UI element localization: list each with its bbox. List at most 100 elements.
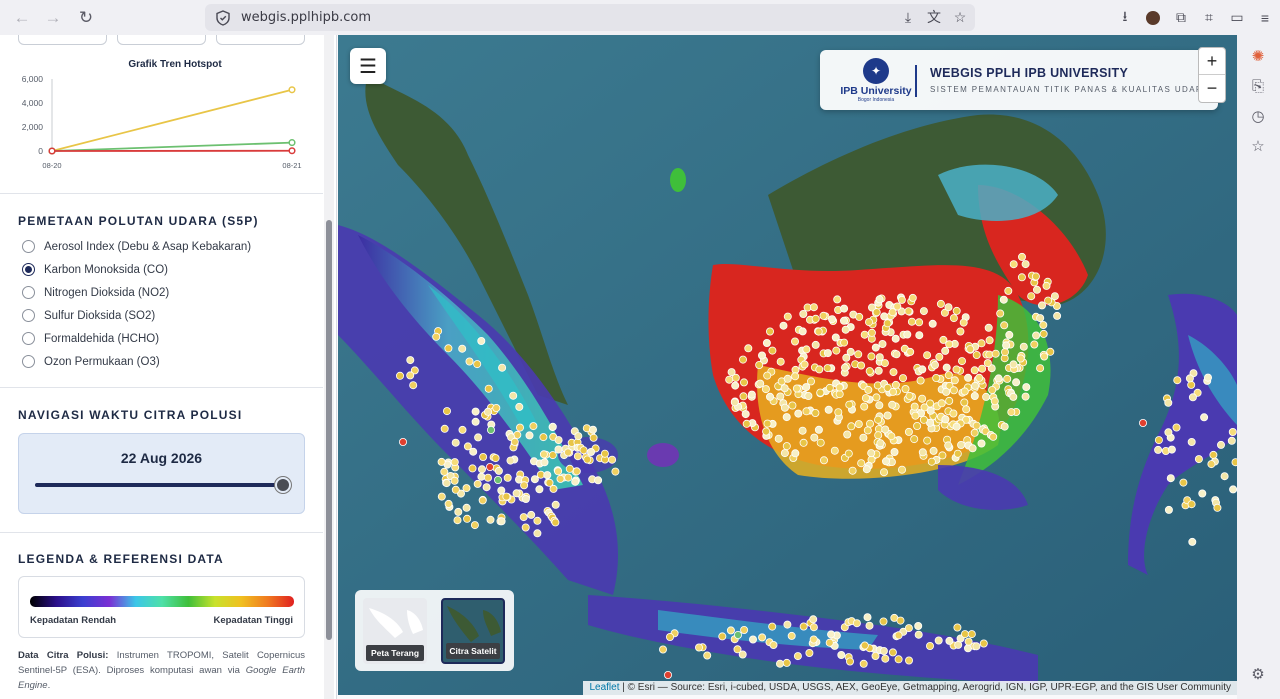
- hotspot-marker[interactable]: [571, 477, 580, 486]
- hotspot-marker[interactable]: [985, 336, 994, 345]
- hotspot-marker[interactable]: [536, 470, 545, 479]
- hotspot-marker[interactable]: [889, 368, 898, 377]
- hotspot-marker[interactable]: [782, 442, 791, 451]
- hotspot-marker[interactable]: [703, 651, 712, 660]
- hotspot-marker[interactable]: [758, 633, 767, 642]
- hotspot-marker[interactable]: [780, 384, 789, 393]
- hotspot-marker[interactable]: [574, 432, 583, 441]
- hotspot-marker[interactable]: [891, 380, 900, 389]
- hotspot-marker[interactable]: [960, 398, 969, 407]
- radio-button[interactable]: [22, 240, 35, 253]
- hotspot-marker[interactable]: [907, 317, 916, 326]
- hotspot-marker[interactable]: [811, 408, 820, 417]
- hotspot-marker[interactable]: [563, 448, 572, 457]
- hotspot-marker[interactable]: [906, 347, 915, 356]
- hotspot-marker[interactable]: [1154, 445, 1163, 454]
- hotspot-marker[interactable]: [880, 468, 889, 477]
- hotspot-marker[interactable]: [783, 620, 792, 629]
- hotspot-marker[interactable]: [956, 327, 965, 336]
- hotspot-marker[interactable]: [762, 338, 771, 347]
- hotspot-marker[interactable]: [515, 402, 524, 411]
- hotspot-marker[interactable]: [825, 383, 834, 392]
- hotspot-marker[interactable]: [867, 449, 876, 458]
- hotspot-marker[interactable]: [914, 630, 923, 639]
- hotspot-marker[interactable]: [731, 381, 740, 390]
- hotspot-marker[interactable]: [834, 408, 843, 417]
- hotspot-marker[interactable]: [949, 386, 958, 395]
- hotspot-marker[interactable]: [880, 359, 889, 368]
- hotspot-marker[interactable]: [833, 295, 842, 304]
- hotspot-marker[interactable]: [949, 314, 958, 323]
- hotspot-marker[interactable]: [839, 316, 848, 325]
- hotspot-marker[interactable]: [899, 374, 908, 383]
- hotspot-marker[interactable]: [867, 352, 876, 361]
- hotspot-marker[interactable]: [915, 331, 924, 340]
- hotspot-marker[interactable]: [444, 344, 453, 353]
- hotspot-marker[interactable]: [665, 633, 674, 642]
- hotspot-marker[interactable]: [548, 422, 557, 431]
- hotspot-marker[interactable]: [809, 303, 818, 312]
- radio-button[interactable]: [22, 355, 35, 368]
- hotspot-marker[interactable]: [911, 411, 920, 420]
- hotspot-marker[interactable]: [841, 325, 850, 334]
- hotspot-marker[interactable]: [867, 328, 876, 337]
- hotspot-marker[interactable]: [733, 645, 742, 654]
- hotspot-marker[interactable]: [860, 330, 869, 339]
- hotspot-marker[interactable]: [658, 645, 667, 654]
- hotspot-marker[interactable]: [972, 642, 981, 651]
- hotspot-marker[interactable]: [1185, 374, 1194, 383]
- hotspot-marker[interactable]: [840, 338, 849, 347]
- hotspot-marker[interactable]: [1009, 260, 1018, 269]
- hotspot-marker[interactable]: [910, 402, 919, 411]
- hotspot-marker[interactable]: [1207, 460, 1216, 469]
- download-page-icon[interactable]: ⤓: [899, 8, 917, 26]
- hotspot-marker[interactable]: [776, 392, 785, 401]
- hotspot-marker[interactable]: [406, 356, 415, 365]
- hotspot-marker[interactable]: [978, 364, 987, 373]
- hotspot-marker[interactable]: [406, 371, 415, 380]
- hotspot-marker[interactable]: [894, 655, 903, 664]
- hotspot-marker[interactable]: [810, 433, 819, 442]
- hotspot-marker[interactable]: [967, 630, 976, 639]
- hotspot-marker[interactable]: [866, 419, 875, 428]
- hotspot-marker[interactable]: [483, 473, 492, 482]
- hotspot-marker[interactable]: [864, 385, 873, 394]
- hotspot-marker[interactable]: [1050, 292, 1059, 301]
- hotspot-marker[interactable]: [486, 425, 495, 434]
- hotspot-marker[interactable]: [1002, 341, 1011, 350]
- hotspot-marker[interactable]: [1164, 428, 1173, 437]
- pollutant-option[interactable]: Nitrogen Dioksida (NO2): [22, 286, 169, 299]
- hotspot-marker[interactable]: [968, 444, 977, 453]
- hotspot-marker[interactable]: [1204, 373, 1213, 382]
- hotspot-marker[interactable]: [972, 350, 981, 359]
- hotspot-marker[interactable]: [763, 419, 772, 428]
- hotspot-marker[interactable]: [802, 345, 811, 354]
- hotspot-marker[interactable]: [919, 307, 928, 316]
- hotspot-marker[interactable]: [865, 621, 874, 630]
- hotspot-marker[interactable]: [783, 374, 792, 383]
- hotspot-marker[interactable]: [468, 464, 477, 473]
- hotspot-marker[interactable]: [861, 394, 870, 403]
- hotspot-marker[interactable]: [1044, 296, 1053, 305]
- hotspot-marker[interactable]: [991, 349, 1000, 358]
- hotspot-marker[interactable]: [502, 492, 511, 501]
- hotspot-marker[interactable]: [823, 349, 832, 358]
- hotspot-marker[interactable]: [874, 415, 883, 424]
- hotspot-marker[interactable]: [663, 671, 672, 680]
- hotspot-marker[interactable]: [996, 309, 1005, 318]
- hotspot-marker[interactable]: [1007, 408, 1016, 417]
- hotspot-marker[interactable]: [898, 465, 907, 474]
- hotspot-marker[interactable]: [1003, 374, 1012, 383]
- hotspot-marker[interactable]: [970, 366, 979, 375]
- hotspot-marker[interactable]: [857, 361, 866, 370]
- hotspot-marker[interactable]: [543, 471, 552, 480]
- hotspot-marker[interactable]: [1012, 378, 1021, 387]
- hotspot-marker[interactable]: [579, 446, 588, 455]
- hotspot-marker[interactable]: [941, 415, 950, 424]
- hotspot-marker[interactable]: [1031, 272, 1040, 281]
- hotspot-marker[interactable]: [1194, 455, 1203, 464]
- hotspot-marker[interactable]: [891, 334, 900, 343]
- hotspot-marker[interactable]: [970, 391, 979, 400]
- hotspot-marker[interactable]: [554, 445, 563, 454]
- translate-icon[interactable]: 文: [925, 8, 943, 26]
